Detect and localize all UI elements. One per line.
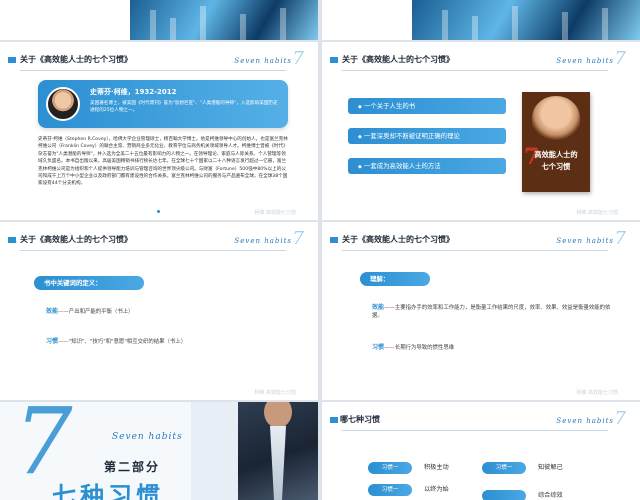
- shirt-shape: [270, 426, 286, 500]
- cityscape-image: [412, 0, 640, 40]
- slide-book-summary[interactable]: 关于《高效能人士的七个习惯》 Seven habits 7 ◆ 一个关于人生的书 …: [322, 42, 640, 220]
- slide-seven-habits-list[interactable]: 哪七种习惯 Seven habits 7 习惯一 积极主动 习惯一 知彼解己 习…: [322, 402, 640, 500]
- slide-title: 关于《高效能人士的七个习惯》: [342, 55, 454, 64]
- decor-dot: [157, 210, 160, 213]
- habit-button[interactable]: 习惯一: [368, 462, 412, 474]
- slide-grid: 关于《高效能人士的七个习惯》 Seven habits 7 史蒂芬·柯维，193…: [0, 0, 640, 500]
- slide-title: 关于《高效能人士的七个习惯》: [20, 235, 132, 244]
- seven-habits-text: Seven habits: [234, 57, 292, 65]
- seven-habits-text: Seven habits: [234, 237, 292, 245]
- section-pill: 书中关键词的定义：: [34, 276, 144, 290]
- book-title-line1: 高效能人士的: [534, 150, 578, 159]
- keyword-text: 主要指办手的效率和工作能力，是衡量工作结果的尺度，效率、效果、效益是衡量效能的依…: [372, 305, 611, 319]
- book-cover-image: 7 高效能人士的 七个习惯: [522, 92, 590, 192]
- slide-top-left[interactable]: [0, 0, 318, 40]
- header-divider: [342, 430, 608, 431]
- header-divider: [342, 70, 608, 71]
- bullet-item: ◆ 一个关于人生的书: [348, 98, 506, 114]
- slide-top-right[interactable]: [322, 0, 640, 40]
- seven-habits-text: Seven habits: [556, 417, 614, 425]
- author-card: 史蒂芬·柯维，1932-2012 美国著名博士，被美国《时代周刊》誉为"思想巨匠…: [38, 80, 288, 128]
- seven-habits-text: Seven habits: [556, 57, 614, 65]
- slide-title: 哪七种习惯: [340, 415, 380, 424]
- keyword-definition: 效能——产出和产能的平衡（书上）: [46, 308, 296, 316]
- seven-habits-text: Seven habits: [112, 432, 183, 442]
- author-avatar: [46, 87, 80, 121]
- businessman-image: [238, 402, 318, 500]
- seven-digit: 7: [292, 228, 304, 249]
- seven-habits-text: Seven habits: [556, 237, 614, 245]
- habit-label: 知彼解己: [538, 464, 563, 471]
- habit-label: 积极主动: [424, 464, 449, 471]
- section-big-title: 七种习惯: [52, 482, 164, 500]
- bullet-item: ◆ 一套深奥却不断被证明正确的理论: [348, 128, 506, 144]
- bullet-text: 一套成为高效能人士的方法: [364, 162, 441, 170]
- part-title: 第二部分: [104, 460, 161, 474]
- head-shape: [264, 402, 292, 428]
- keyword-text: 产出和产能的平衡（书上）: [68, 309, 134, 315]
- header-divider: [20, 70, 286, 71]
- slide-header: 关于《高效能人士的七个习惯》 Seven habits 7: [0, 42, 318, 78]
- slide-author-bio[interactable]: 关于《高效能人士的七个习惯》 Seven habits 7 史蒂芬·柯维，193…: [0, 42, 318, 220]
- keyword-dash: ——: [58, 339, 69, 345]
- author-face: [532, 96, 580, 140]
- watermark: 柯维 高效能七习惯: [254, 390, 296, 396]
- keyword-text: "知识"、"技巧"和"意愿"相互交织的结果（书上）: [68, 339, 187, 345]
- header-divider: [342, 250, 608, 251]
- title-marker-icon: [8, 57, 16, 63]
- author-paragraph: 史蒂芬·柯维（Stephen R.Covey），哈佛大学企业管理硕士，杨百翰大学…: [38, 137, 288, 187]
- title-marker-icon: [330, 237, 338, 243]
- habit-button[interactable]: [482, 490, 526, 500]
- slide-keyword-definitions[interactable]: 关于《高效能人士的七个习惯》 Seven habits 7 书中关键词的定义： …: [0, 222, 318, 400]
- watermark: 柯维 高效能七习惯: [576, 210, 618, 216]
- book-title-line2: 七个习惯: [541, 162, 571, 171]
- title-marker-icon: [330, 417, 338, 423]
- seven-digit: 7: [614, 408, 626, 429]
- cityscape-image: [130, 0, 318, 40]
- habit-label: 综合综效: [538, 492, 563, 499]
- bullet-text: 一个关于人生的书: [364, 102, 416, 110]
- keyword-definition: 习惯——"知识"、"技巧"和"意愿"相互交织的结果（书上）: [46, 338, 296, 346]
- keyword-term: 习惯: [46, 338, 59, 345]
- slide-understanding[interactable]: 关于《高效能人士的七个习惯》 Seven habits 7 理解： 效能——主要…: [322, 222, 640, 400]
- slide-header: 哪七种习惯 Seven habits 7: [322, 402, 640, 438]
- habit-button[interactable]: 习惯一: [482, 462, 526, 474]
- section-pill: 理解：: [360, 272, 430, 286]
- watermark: 柯维 高效能七习惯: [576, 390, 618, 396]
- header-divider: [20, 250, 286, 251]
- bullet-text: 一套深奥却不断被证明正确的理论: [364, 132, 460, 140]
- slide-header: 关于《高效能人士的七个习惯》 Seven habits 7: [322, 42, 640, 78]
- seven-digit: 7: [614, 228, 626, 249]
- author-name: 史蒂芬·柯维，1932-2012: [90, 88, 177, 96]
- keyword-text: 长期行为导致的惯性思维: [394, 345, 455, 351]
- habit-button[interactable]: 习惯一: [368, 484, 412, 496]
- watermark: 柯维 高效能七习惯: [254, 210, 296, 216]
- slide-part-two[interactable]: 7 Seven habits 第二部分 七种习惯: [0, 402, 318, 500]
- author-summary: 美国著名博士，被美国《时代周刊》誉为"思想巨匠"、"人类潜能的导师"，入选影响美…: [90, 101, 278, 113]
- slide-title: 关于《高效能人士的七个习惯》: [342, 235, 454, 244]
- keyword-term: 习惯: [372, 344, 385, 351]
- keyword-definition: 习惯——长期行为导致的惯性思维: [372, 344, 612, 352]
- seven-digit: 7: [292, 48, 304, 69]
- keyword-term: 效能: [46, 308, 59, 315]
- slide-title: 关于《高效能人士的七个习惯》: [20, 55, 132, 64]
- title-marker-icon: [330, 57, 338, 63]
- seven-digit: 7: [614, 48, 626, 69]
- keyword-dash: ——: [384, 345, 395, 351]
- keyword-definition: 效能——主要指办手的效率和工作能力，是衡量工作结果的尺度，效率、效果、效益是衡量…: [372, 304, 612, 320]
- keyword-term: 效能: [372, 304, 385, 311]
- title-marker-icon: [8, 237, 16, 243]
- keyword-dash: ——: [58, 309, 69, 315]
- slide-header: 关于《高效能人士的七个习惯》 Seven habits 7: [322, 222, 640, 258]
- bullet-item: ◆ 一套成为高效能人士的方法: [348, 158, 506, 174]
- habit-label: 以终为始: [424, 486, 449, 493]
- keyword-dash: ——: [384, 305, 395, 311]
- slide-header: 关于《高效能人士的七个习惯》 Seven habits 7: [0, 222, 318, 258]
